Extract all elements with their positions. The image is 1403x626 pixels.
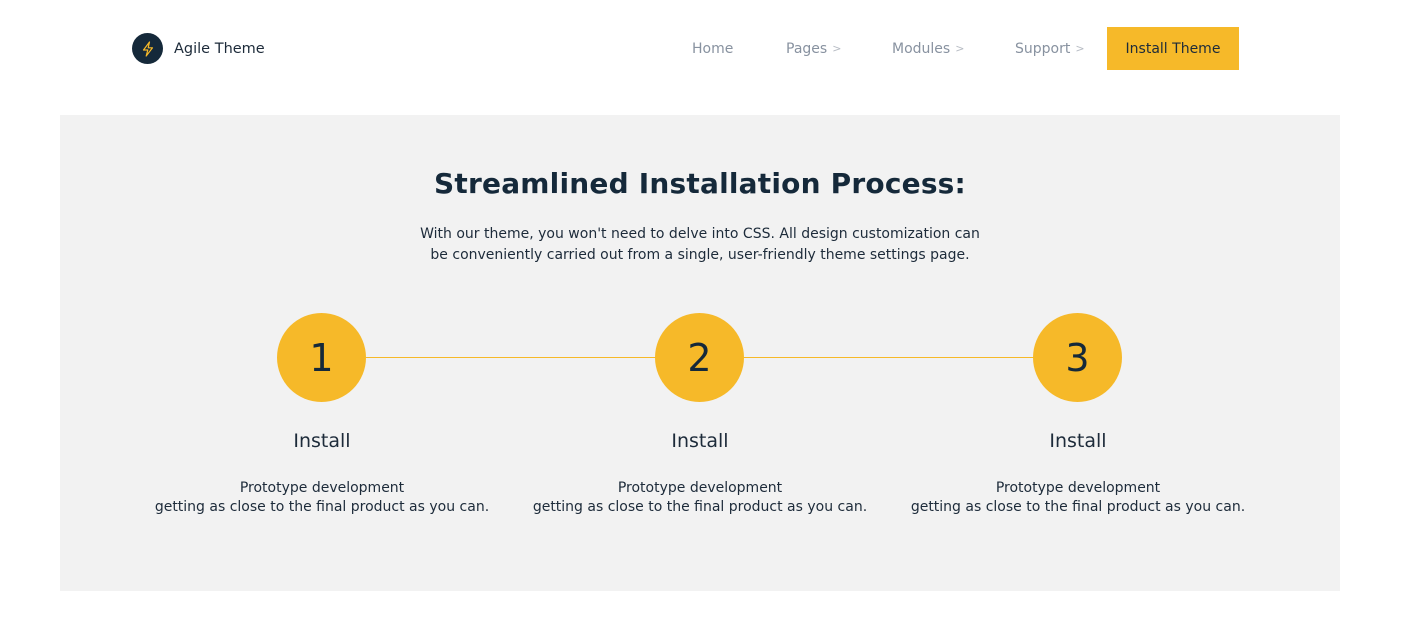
step-description: Prototype development getting as close t… <box>898 479 1258 517</box>
nav-item-modules[interactable]: Modules > <box>892 27 964 70</box>
step-description: Prototype development getting as close t… <box>520 479 880 517</box>
install-theme-button[interactable]: Install Theme <box>1107 27 1239 70</box>
step-description-line: getting as close to the final product as… <box>154 499 490 515</box>
step-number-circle: 2 <box>655 313 744 402</box>
site-header: Agile Theme Home Pages > Modules > Suppo… <box>0 0 1403 96</box>
step-title: Install <box>293 430 351 452</box>
step-description-line: Prototype development <box>239 480 405 496</box>
step-title: Install <box>1049 430 1107 452</box>
step-description-line: Prototype development <box>617 480 783 496</box>
nav-item-label: Modules <box>892 40 951 57</box>
chevron-right-icon: > <box>1075 42 1085 55</box>
step-description-line: getting as close to the final product as… <box>910 499 1246 515</box>
step-number-circle: 3 <box>1033 313 1122 402</box>
installation-process-section: Streamlined Installation Process: With o… <box>60 115 1340 591</box>
nav-item-label: Home <box>692 40 734 57</box>
nav-item-label: Support <box>1015 40 1071 57</box>
chevron-right-icon: > <box>955 42 965 55</box>
step-connector-line <box>744 357 1044 358</box>
step-description: Prototype development getting as close t… <box>142 479 502 517</box>
section-description: With our theme, you won't need to delve … <box>420 224 980 266</box>
lightning-bolt-icon <box>132 33 163 64</box>
nav-item-home[interactable]: Home <box>692 27 733 70</box>
step-description-line: getting as close to the final product as… <box>532 499 868 515</box>
step-connector-line <box>366 357 666 358</box>
nav-item-label: Pages <box>786 40 828 57</box>
description-line: With our theme, you won't need to delve … <box>420 226 980 242</box>
step-title: Install <box>671 430 729 452</box>
nav-item-support[interactable]: Support > <box>1015 27 1085 70</box>
nav-item-pages[interactable]: Pages > <box>786 27 841 70</box>
section-title: Streamlined Installation Process: <box>434 167 966 200</box>
step-description-line: Prototype development <box>995 480 1161 496</box>
description-line: be conveniently carried out from a singl… <box>430 247 970 263</box>
step-number-circle: 1 <box>277 313 366 402</box>
chevron-right-icon: > <box>832 42 842 55</box>
logo-text: Agile Theme <box>174 40 265 57</box>
logo[interactable]: Agile Theme <box>132 33 265 64</box>
